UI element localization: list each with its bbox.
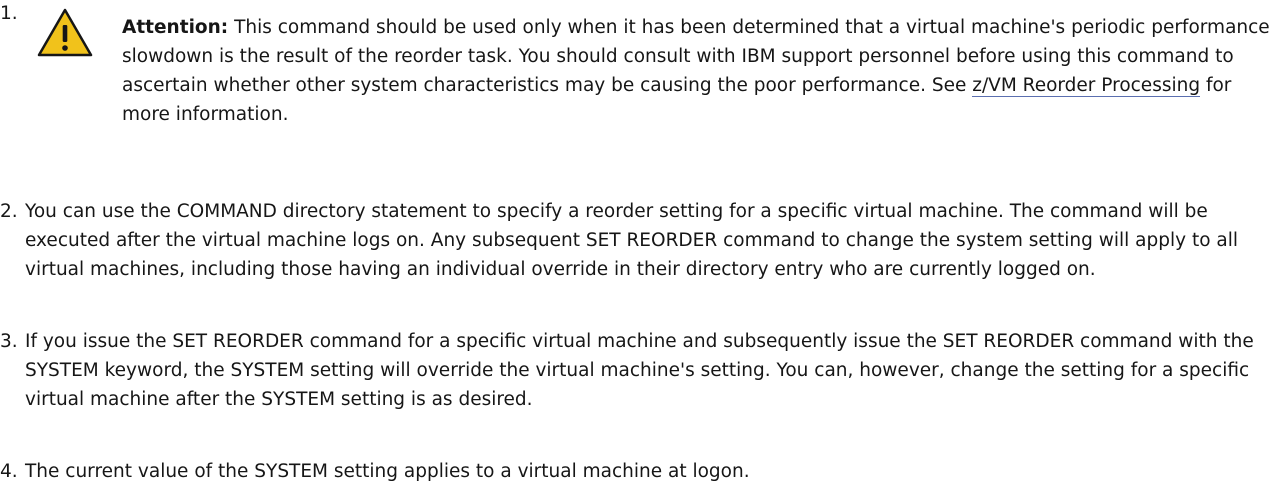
note-item-2: 2. You can use the COMMAND directory sta… xyxy=(0,197,1274,284)
note-number: 3. xyxy=(0,331,18,352)
reorder-processing-link[interactable]: z/VM Reorder Processing xyxy=(972,75,1201,97)
note-number: 2. xyxy=(0,201,18,222)
note-number: 4. xyxy=(0,461,18,482)
note-item-1: 1. Attention: This command should be use… xyxy=(0,3,1274,129)
attention-label: Attention: xyxy=(122,17,229,38)
note-text: If you issue the SET REORDER command for… xyxy=(25,331,1254,410)
note-item-4: 4. The current value of the SYSTEM setti… xyxy=(0,457,1274,486)
note-text: You can use the COMMAND directory statem… xyxy=(25,201,1239,280)
warning-icon xyxy=(36,6,94,58)
note-text: Attention: This command should be used o… xyxy=(122,6,1274,129)
note-number: 1. xyxy=(0,3,18,24)
usage-notes-list: 1. Attention: This command should be use… xyxy=(0,0,1274,491)
note-text: The current value of the SYSTEM setting … xyxy=(25,461,750,482)
note-item-3: 3. If you issue the SET REORDER command … xyxy=(0,327,1274,414)
